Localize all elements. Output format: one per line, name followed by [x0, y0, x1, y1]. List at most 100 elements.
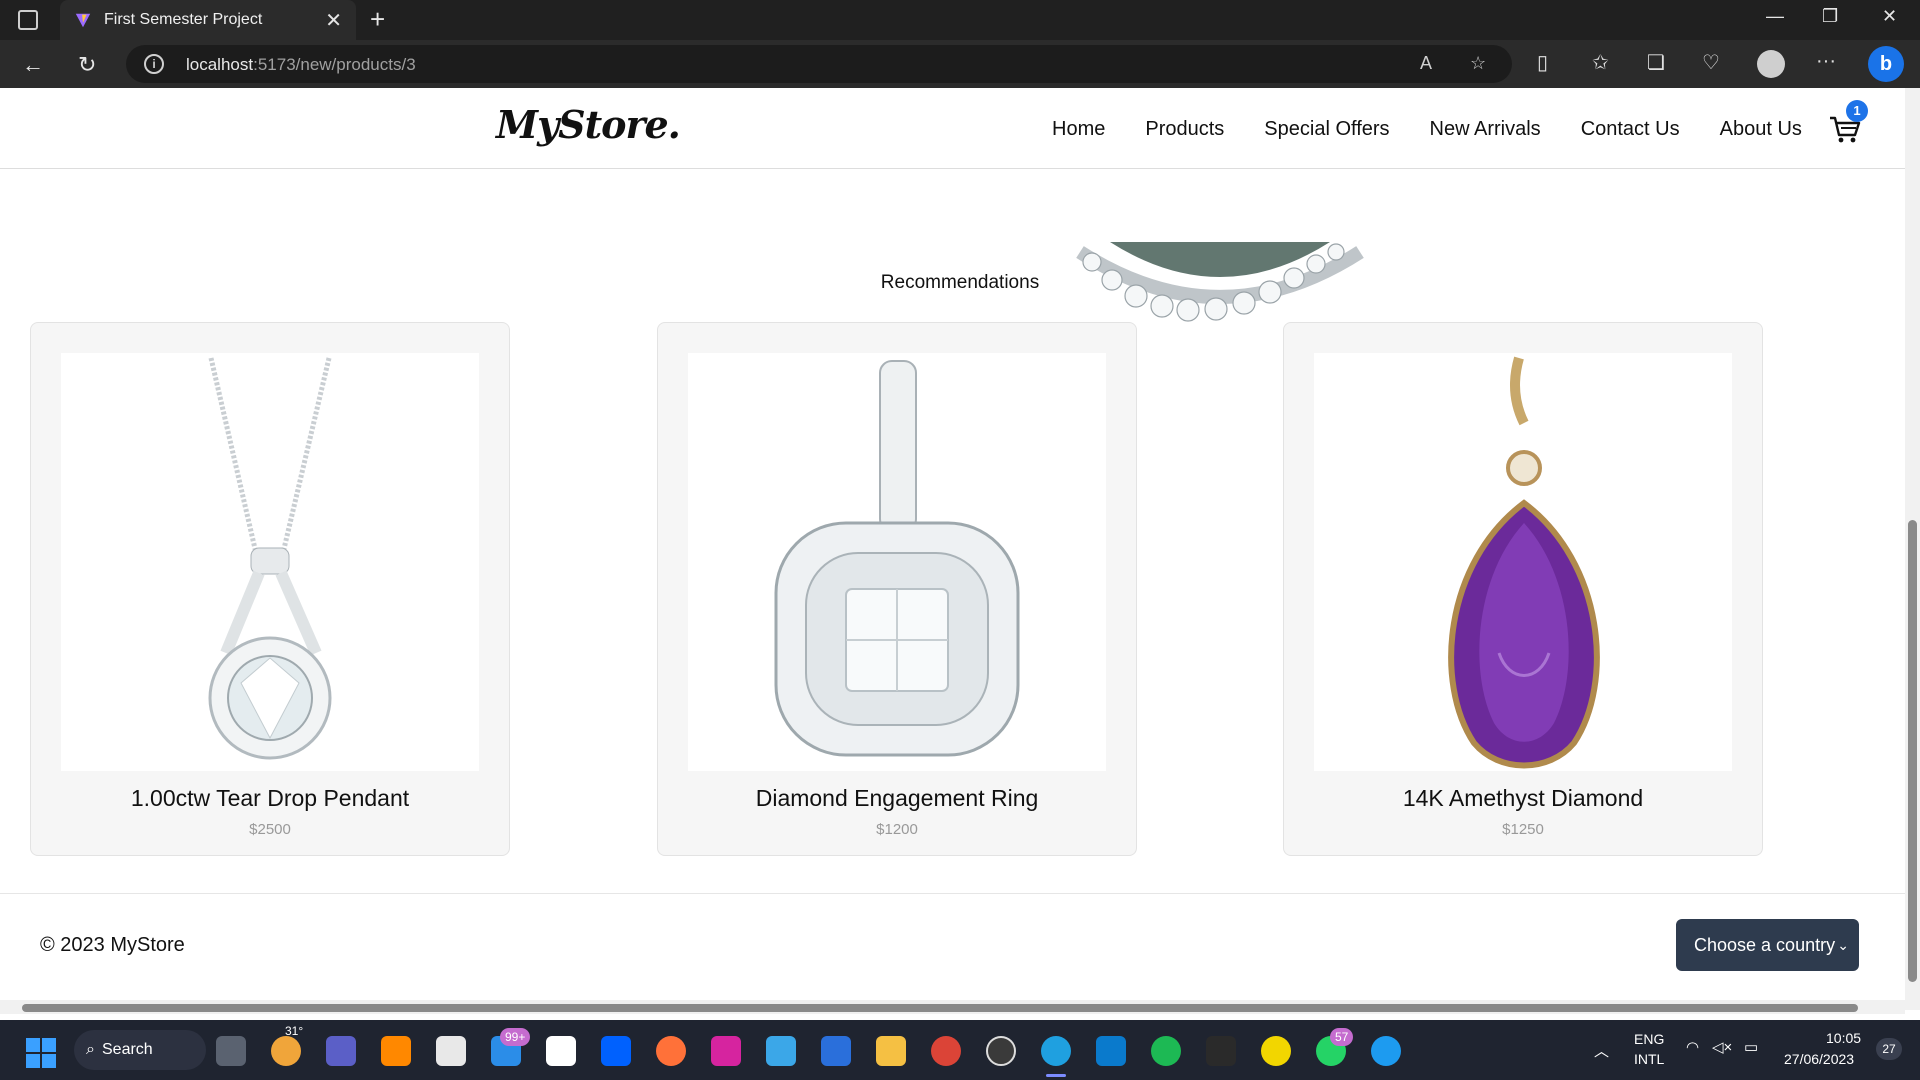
vertical-scroll-thumb[interactable]: [1908, 520, 1917, 982]
refresh-icon[interactable]: ↻: [78, 52, 96, 78]
country-select-label: Choose a country: [1694, 935, 1836, 955]
weather-temp: 31°: [285, 1024, 304, 1038]
notepad-icon[interactable]: [766, 1036, 796, 1066]
mail-badge: 99+: [500, 1028, 531, 1046]
volume-muted-icon[interactable]: ◁×: [1712, 1038, 1732, 1056]
product-card[interactable]: 1.00ctw Tear Drop Pendant $2500: [30, 322, 510, 856]
search-icon: ⌕: [86, 1041, 95, 1058]
chevron-up-icon[interactable]: ︿: [1594, 1040, 1609, 1061]
product-card[interactable]: Diamond Engagement Ring $1200: [657, 322, 1137, 856]
language-intl[interactable]: INTL: [1634, 1051, 1664, 1067]
media-player-icon[interactable]: [986, 1036, 1016, 1066]
nav-contact-us[interactable]: Contact Us: [1581, 118, 1680, 141]
browser-tab[interactable]: First Semester Project ✕: [60, 0, 356, 40]
language-eng[interactable]: ENG: [1634, 1031, 1664, 1047]
firefox-icon[interactable]: [656, 1036, 686, 1066]
product-name[interactable]: 1.00ctw Tear Drop Pendant: [31, 785, 509, 812]
country-select[interactable]: Choose a country ⌄: [1676, 919, 1859, 971]
horizontal-scroll-thumb[interactable]: [22, 1004, 1858, 1012]
bing-copilot-icon[interactable]: b: [1868, 46, 1904, 82]
footer-divider: [0, 893, 1905, 894]
close-window-icon[interactable]: ✕: [1882, 6, 1897, 27]
instagram-icon[interactable]: [711, 1036, 741, 1066]
site-info-icon[interactable]: i: [144, 54, 164, 74]
collections-icon[interactable]: ❏: [1647, 50, 1665, 75]
vlc-icon[interactable]: [381, 1036, 411, 1066]
product-price: $1250: [1502, 821, 1544, 838]
product-hero-image: [1076, 242, 1364, 322]
recommendations-title: Recommendations: [880, 272, 1040, 293]
main-nav: Home Products Special Offers New Arrival…: [1052, 118, 1802, 141]
tear-drop-pendant-image: [208, 357, 332, 760]
url-text[interactable]: localhost:5173/new/products/3: [186, 55, 416, 75]
windows-start-icon[interactable]: [26, 1038, 56, 1068]
vertical-scrollbar[interactable]: [1905, 88, 1920, 1010]
horizontal-scrollbar[interactable]: [0, 1000, 1905, 1014]
twitter-icon[interactable]: [1371, 1036, 1401, 1066]
clock-date[interactable]: 27/06/2023: [1784, 1051, 1854, 1067]
audio-app-icon[interactable]: [1206, 1036, 1236, 1066]
address-bar[interactable]: i localhost:5173/new/products/3 A ☆: [126, 45, 1512, 83]
taskbar-search-label: Search: [102, 1041, 153, 1058]
wifi-icon[interactable]: ◠: [1686, 1038, 1699, 1056]
photos-icon[interactable]: [821, 1036, 851, 1066]
browser-essentials-icon[interactable]: ♡: [1702, 50, 1720, 75]
product-name[interactable]: 14K Amethyst Diamond: [1284, 785, 1762, 812]
site-logo[interactable]: MyStore.: [496, 102, 681, 147]
browser-toolbar: ← ↻ i localhost:5173/new/products/3 A ☆ …: [0, 40, 1920, 88]
notification-count[interactable]: 27: [1876, 1038, 1902, 1060]
site-header: MyStore. Home Products Special Offers Ne…: [0, 88, 1905, 169]
nav-products[interactable]: Products: [1145, 118, 1224, 141]
back-icon[interactable]: ←: [22, 52, 44, 78]
microsoft-store-icon[interactable]: [436, 1036, 466, 1066]
chrome-icon[interactable]: [931, 1036, 961, 1066]
a-app-icon[interactable]: [1261, 1036, 1291, 1066]
nav-new-arrivals[interactable]: New Arrivals: [1430, 118, 1541, 141]
product-image[interactable]: [1314, 353, 1732, 771]
edge-active-indicator: [1046, 1074, 1066, 1077]
page-viewport: MyStore. Home Products Special Offers Ne…: [0, 88, 1905, 1010]
vscode-icon[interactable]: [1096, 1036, 1126, 1066]
profile-avatar[interactable]: [1757, 50, 1785, 78]
clock-time[interactable]: 10:05: [1826, 1030, 1861, 1046]
task-view-icon[interactable]: [216, 1036, 246, 1066]
product-price: $1200: [876, 821, 918, 838]
close-tab-icon[interactable]: ✕: [325, 8, 342, 33]
spotify-icon[interactable]: [1151, 1036, 1181, 1066]
nav-special-offers[interactable]: Special Offers: [1264, 118, 1389, 141]
cart-count-badge: 1: [1846, 100, 1868, 122]
browser-tab-bar: First Semester Project ✕ + — ❐ ✕: [0, 0, 1920, 40]
whatsapp-badge: 57: [1330, 1028, 1354, 1046]
favorites-icon[interactable]: ✩: [1592, 50, 1609, 75]
product-image[interactable]: [688, 353, 1106, 771]
product-price: $2500: [249, 821, 291, 838]
product-card[interactable]: 14K Amethyst Diamond $1250: [1283, 322, 1763, 856]
sidebar-toggle-icon[interactable]: [18, 10, 38, 30]
favorite-star-icon[interactable]: ☆: [1470, 53, 1486, 74]
read-aloud-icon[interactable]: A: [1420, 53, 1432, 74]
amethyst-pendant-image: [1448, 356, 1600, 769]
battery-icon[interactable]: ▭: [1744, 1038, 1758, 1056]
more-menu-icon[interactable]: ···: [1816, 50, 1836, 73]
vite-icon: [75, 13, 91, 28]
file-explorer-icon[interactable]: [876, 1036, 906, 1066]
taskbar-search[interactable]: ⌕ Search: [74, 1030, 206, 1070]
teams-icon[interactable]: [326, 1036, 356, 1066]
chevron-down-icon: ⌄: [1837, 937, 1849, 953]
nav-home[interactable]: Home: [1052, 118, 1105, 141]
new-tab-icon[interactable]: +: [370, 4, 385, 35]
edge-icon[interactable]: [1041, 1036, 1071, 1066]
product-name[interactable]: Diamond Engagement Ring: [658, 785, 1136, 812]
dropbox-icon[interactable]: [601, 1036, 631, 1066]
amazon-icon[interactable]: [546, 1036, 576, 1066]
product-image[interactable]: [61, 353, 479, 771]
diamond-engagement-ring-image: [774, 360, 1020, 757]
nav-about-us[interactable]: About Us: [1720, 118, 1802, 141]
split-screen-icon[interactable]: ▯: [1537, 50, 1548, 75]
tab-title: First Semester Project: [104, 11, 263, 28]
copyright-text: © 2023 MyStore: [40, 934, 185, 956]
restore-icon[interactable]: ❐: [1822, 6, 1838, 27]
minimize-icon[interactable]: —: [1766, 6, 1784, 27]
windows-taskbar: ⌕ Search 31° 99+ 57 ︿ ENG INTL ◠ ◁× ▭ 10:…: [0, 1020, 1920, 1080]
weather-icon[interactable]: [271, 1036, 301, 1066]
